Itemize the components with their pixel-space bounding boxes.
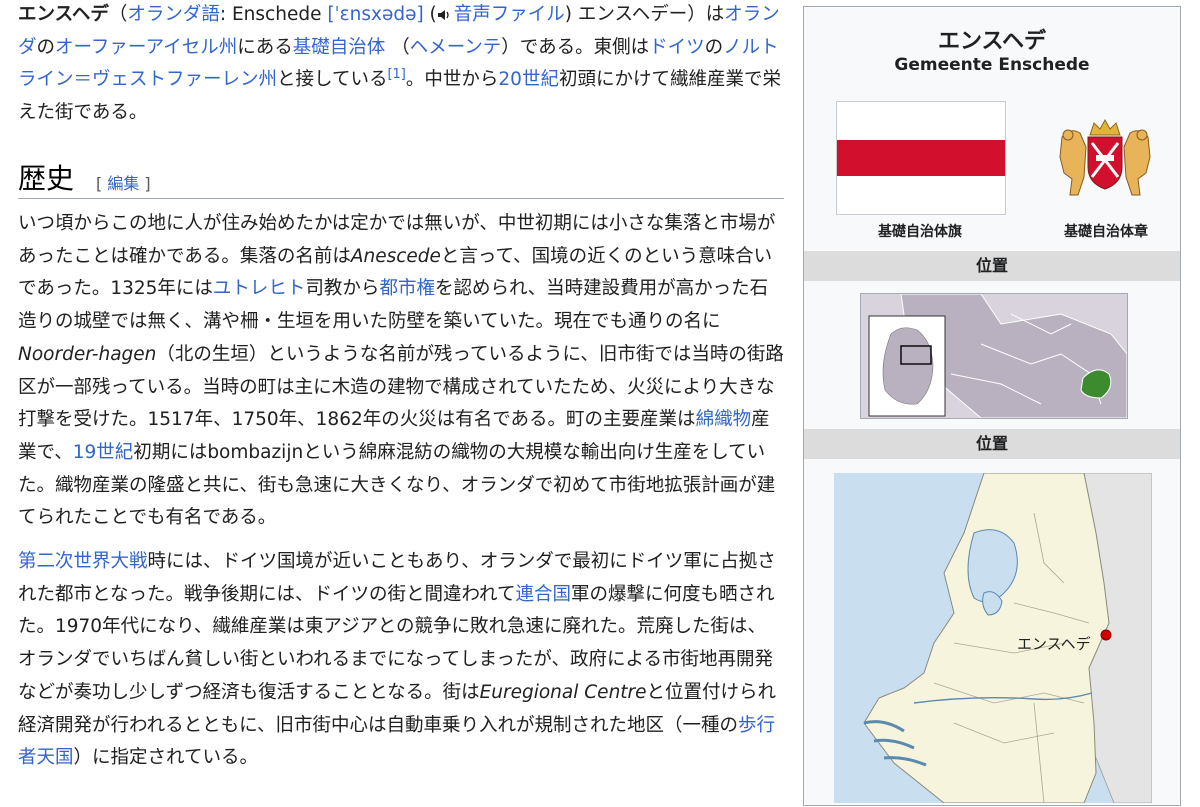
map-city-label: エンスヘデ (1017, 635, 1091, 653)
text: ）に指定されている。 (73, 747, 258, 769)
link-19th-century[interactable]: 19世紀 (73, 442, 134, 463)
history-body: いつ頃からこの地に人が住み始めたかは定かでは無いが、中世初期には小さな集落と市場… (18, 208, 784, 775)
paren: （ (108, 4, 128, 25)
netherlands-map-graphic (834, 472, 1153, 804)
link-audio-file[interactable]: 音声ファイル (454, 4, 565, 25)
infobox-subtitle: Gemeente Enschede (894, 55, 1090, 75)
italic-term: Anescede (350, 245, 441, 267)
locator-map-overijssel[interactable] (860, 293, 1128, 419)
locator-map-graphic (861, 293, 1128, 419)
text: の (704, 36, 724, 58)
link-overijssel[interactable]: オーファーアイセル州 (55, 37, 237, 58)
location-header-2: 位置 (804, 429, 1180, 459)
bracket: [ (96, 174, 108, 193)
edit-section: [ 編集 ] (96, 170, 151, 194)
section-heading-history: 歴史 [ 編集 ] (18, 150, 784, 199)
ipa-transcription[interactable]: [ˈɛnsxədə] (327, 4, 423, 25)
text: 司教から (305, 278, 380, 300)
link-dutch-language[interactable]: オランダ語 (127, 4, 220, 25)
link-cotton[interactable]: 綿織物 (696, 409, 752, 430)
text: にある (237, 36, 293, 58)
italic-term: Euregional Centre (479, 681, 647, 703)
municipal-flag-image[interactable] (836, 101, 1006, 215)
locator-map-netherlands[interactable]: エンスヘデ (834, 472, 1153, 804)
bracket: ] (139, 174, 151, 193)
text: 。中世から (405, 69, 499, 91)
article-lead: エンスヘデ（オランダ語: Enschede [ˈɛnsxədə] (音声ファイル… (18, 0, 784, 131)
section-title: 歴史 (18, 162, 75, 195)
text: エンスヘデー）は (577, 4, 725, 25)
link-utrecht[interactable]: ユトレヒト (213, 278, 306, 299)
link-gemeente[interactable]: ヘメーンテ (410, 37, 502, 58)
speaker-icon[interactable] (437, 9, 451, 21)
infobox: エンスヘデ Gemeente Enschede 基礎自治体旗 基礎自治体章 位置 (803, 6, 1181, 806)
text: と接している (277, 69, 388, 91)
history-paragraph-1: いつ頃からこの地に人が住み始めたかは定かでは無いが、中世初期には小さな集落と市場… (18, 208, 784, 535)
article-term: エンスヘデ (18, 4, 109, 25)
link-city-rights[interactable]: 都市権 (379, 278, 435, 299)
reference-link[interactable]: [1] (387, 67, 405, 82)
coat-of-arms-image[interactable] (1052, 117, 1158, 203)
link-germany[interactable]: ドイツ (649, 37, 705, 58)
history-paragraph-2: 第二次世界大戦時には、ドイツ国境が近いこともあり、オランダで最初にドイツ軍に占拠… (18, 546, 784, 775)
infobox-title: エンスヘデ (937, 29, 1047, 54)
coa-caption: 基礎自治体章 (1064, 224, 1148, 240)
text: : Enschede (219, 4, 328, 25)
location-header-1: 位置 (804, 251, 1180, 281)
link-allies[interactable]: 連合国 (515, 584, 571, 605)
intro-paragraph: エンスヘデ（オランダ語: Enschede [ˈɛnsxədə] (音声ファイル… (18, 4, 781, 124)
flag-red-stripe (837, 140, 1005, 176)
link-municipality[interactable]: 基礎自治体 (293, 37, 386, 58)
italic-term: Noorder-hagen (18, 343, 157, 365)
text: ）である。東側は (501, 36, 650, 58)
edit-section-link[interactable]: 編集 (107, 174, 139, 193)
link-20th-century[interactable]: 20世紀 (498, 69, 559, 90)
text: （ (391, 36, 410, 58)
link-ww2[interactable]: 第二次世界大戦 (18, 551, 148, 572)
text: の (36, 36, 56, 58)
flag-caption: 基礎自治体旗 (878, 224, 962, 240)
